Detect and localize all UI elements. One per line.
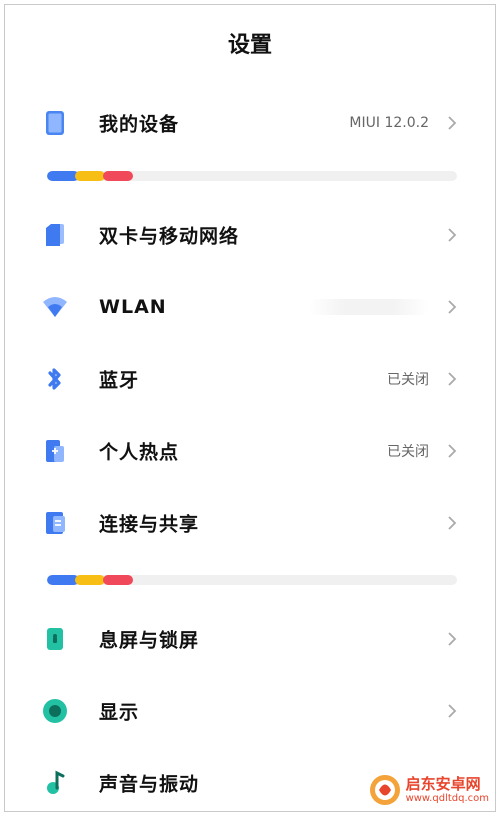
settings-screen: 设置 我的设备 MIUI 12.0.2 双卡与移动网络 WLAN 蓝牙 已关闭 … <box>4 4 496 812</box>
watermark-url: www.qdltdq.com <box>405 792 489 804</box>
divider-segment-yellow <box>75 575 105 585</box>
row-label: 个人热点 <box>99 441 180 464</box>
settings-row-wlan[interactable]: WLAN <box>5 271 495 343</box>
chevron-right-icon <box>448 300 457 314</box>
settings-row-connection-sharing[interactable]: 连接与共享 <box>5 487 495 559</box>
row-label: 连接与共享 <box>99 513 200 536</box>
chevron-right-icon <box>448 632 457 646</box>
row-label: 蓝牙 <box>99 369 140 392</box>
divider-segment-red <box>103 575 133 585</box>
connection-sharing-icon <box>41 509 69 537</box>
chevron-right-icon <box>448 516 457 530</box>
settings-row-dual-sim[interactable]: 双卡与移动网络 <box>5 199 495 271</box>
settings-row-bluetooth[interactable]: 蓝牙 已关闭 <box>5 343 495 415</box>
phone-icon <box>41 109 69 137</box>
settings-row-display[interactable]: 显示 <box>5 675 495 747</box>
row-label: 显示 <box>99 701 140 724</box>
chevron-right-icon <box>448 372 457 386</box>
chevron-right-icon <box>448 116 457 130</box>
site-watermark: 启东安卓网 www.qdltdq.com <box>368 773 489 807</box>
wlan-network-name-redacted <box>309 299 429 315</box>
sim-card-icon <box>41 221 69 249</box>
wifi-icon <box>41 293 69 321</box>
page-title: 设置 <box>227 33 272 58</box>
row-label: 双卡与移动网络 <box>99 225 240 248</box>
row-label: 息屏与锁屏 <box>99 629 200 652</box>
music-note-icon <box>41 769 69 797</box>
section-divider <box>47 171 457 181</box>
display-icon <box>41 697 69 725</box>
chevron-right-icon <box>448 704 457 718</box>
chevron-right-icon <box>448 444 457 458</box>
row-value: 已关闭 <box>387 372 429 388</box>
divider-segment-red <box>103 171 133 181</box>
hotspot-icon <box>41 437 69 465</box>
watermark-logo-icon <box>369 775 400 805</box>
row-label: WLAN <box>99 296 167 318</box>
section-divider <box>47 575 457 585</box>
row-value: 已关闭 <box>387 444 429 460</box>
bluetooth-icon <box>41 365 69 393</box>
settings-row-hotspot[interactable]: 个人热点 已关闭 <box>5 415 495 487</box>
settings-row-my-device[interactable]: 我的设备 MIUI 12.0.2 <box>5 87 495 159</box>
row-label: 我的设备 <box>99 113 180 136</box>
row-value: MIUI 12.0.2 <box>349 115 429 131</box>
chevron-right-icon <box>448 228 457 242</box>
row-label: 声音与振动 <box>99 773 200 796</box>
settings-row-lock-screen[interactable]: 息屏与锁屏 <box>5 603 495 675</box>
lock-screen-icon <box>41 625 69 653</box>
divider-segment-yellow <box>75 171 105 181</box>
watermark-title: 启东安卓网 <box>405 775 481 794</box>
